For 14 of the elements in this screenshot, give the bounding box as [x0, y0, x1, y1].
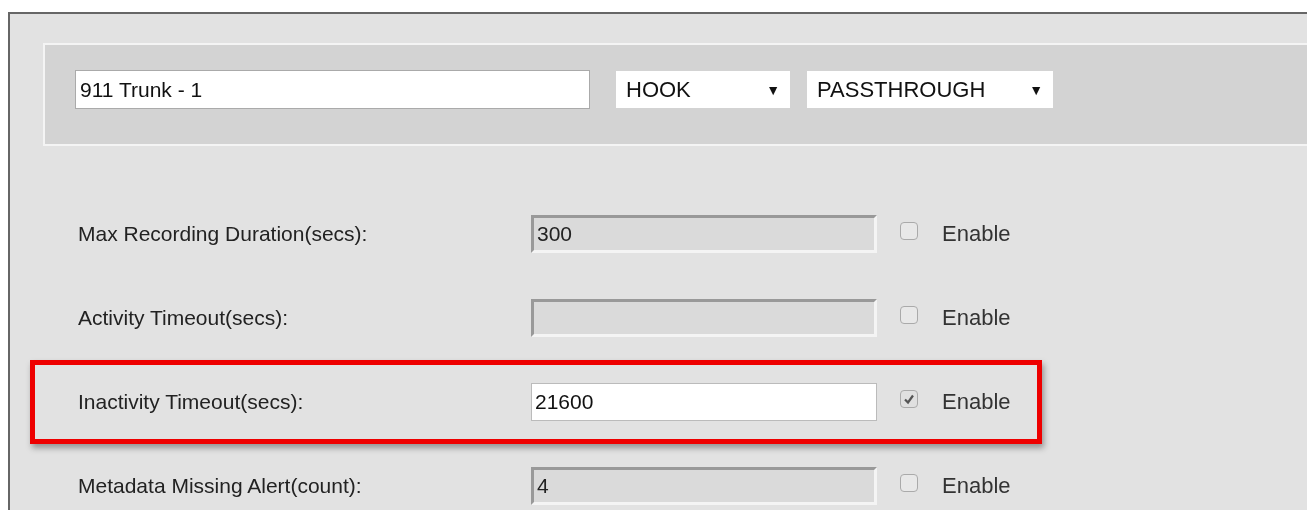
checkbox[interactable]: [900, 390, 918, 408]
dropdown[interactable]: PASSTHROUGH ▼: [807, 71, 1053, 108]
checkbox-label: Enable: [942, 221, 1011, 247]
input-field[interactable]: 21600: [531, 383, 877, 421]
checkbox-label: Enable: [942, 305, 1011, 331]
field-label: Max Recording Duration(secs):: [78, 222, 369, 246]
field-label: Metadata Missing Alert(count):: [78, 474, 363, 498]
field-label: Activity Timeout(secs):: [78, 306, 290, 330]
dropdown[interactable]: HOOK ▼: [616, 71, 790, 108]
checkmark-icon: [903, 393, 915, 405]
field-label: Inactivity Timeout(secs):: [78, 390, 305, 414]
name-field[interactable]: 911 Trunk - 1: [75, 70, 590, 109]
checkbox-label: Enable: [942, 389, 1011, 415]
checkbox-label: Enable: [942, 473, 1011, 499]
